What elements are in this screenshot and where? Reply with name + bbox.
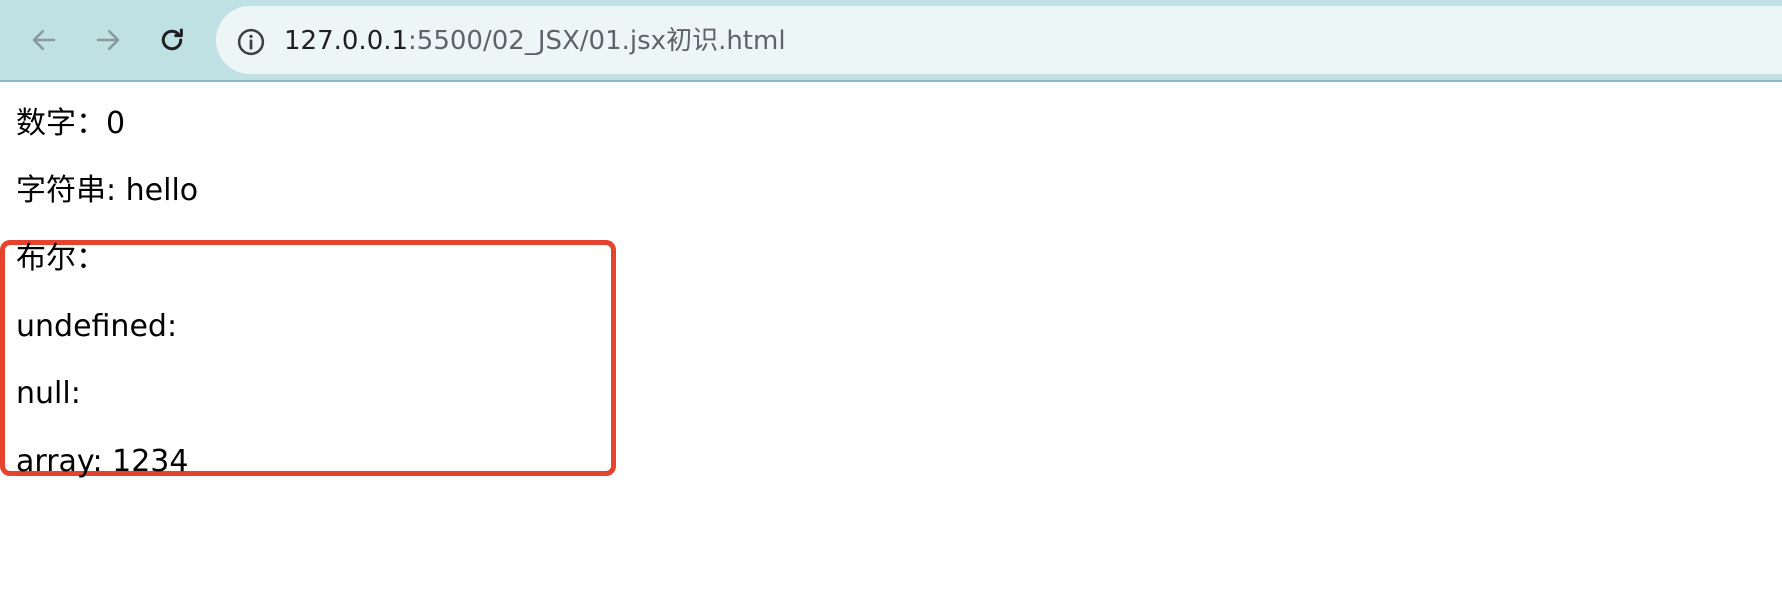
reload-button[interactable] (152, 20, 192, 60)
back-button[interactable] (24, 20, 64, 60)
null-line: null: (16, 376, 81, 411)
number-line: 数字：0 (16, 106, 126, 141)
url-text[interactable]: 127.0.0.1:5500/02_JSX/01.jsx初识.html (284, 24, 786, 58)
browser-toolbar: 127.0.0.1:5500/02_JSX/01.jsx初识.html (0, 0, 1782, 82)
arrow-left-icon (32, 30, 56, 50)
address-bar[interactable]: 127.0.0.1:5500/02_JSX/01.jsx初识.html (216, 6, 1782, 74)
url-path: :5500/02_JSX/01.jsx初识.html (408, 26, 786, 56)
info-icon[interactable] (236, 27, 266, 57)
page-content: 数字：0 字符串: hello 布尔： undefined: null: arr… (0, 84, 1782, 612)
boolean-line: 布尔： (16, 241, 106, 276)
undefined-line: undefined: (16, 309, 178, 344)
forward-button[interactable] (88, 20, 128, 60)
array-line: array: 1234 (16, 444, 189, 479)
string-line: 字符串: hello (16, 173, 199, 208)
url-host: 127.0.0.1 (284, 26, 409, 56)
arrow-right-icon (96, 30, 120, 50)
reload-icon (161, 28, 183, 51)
